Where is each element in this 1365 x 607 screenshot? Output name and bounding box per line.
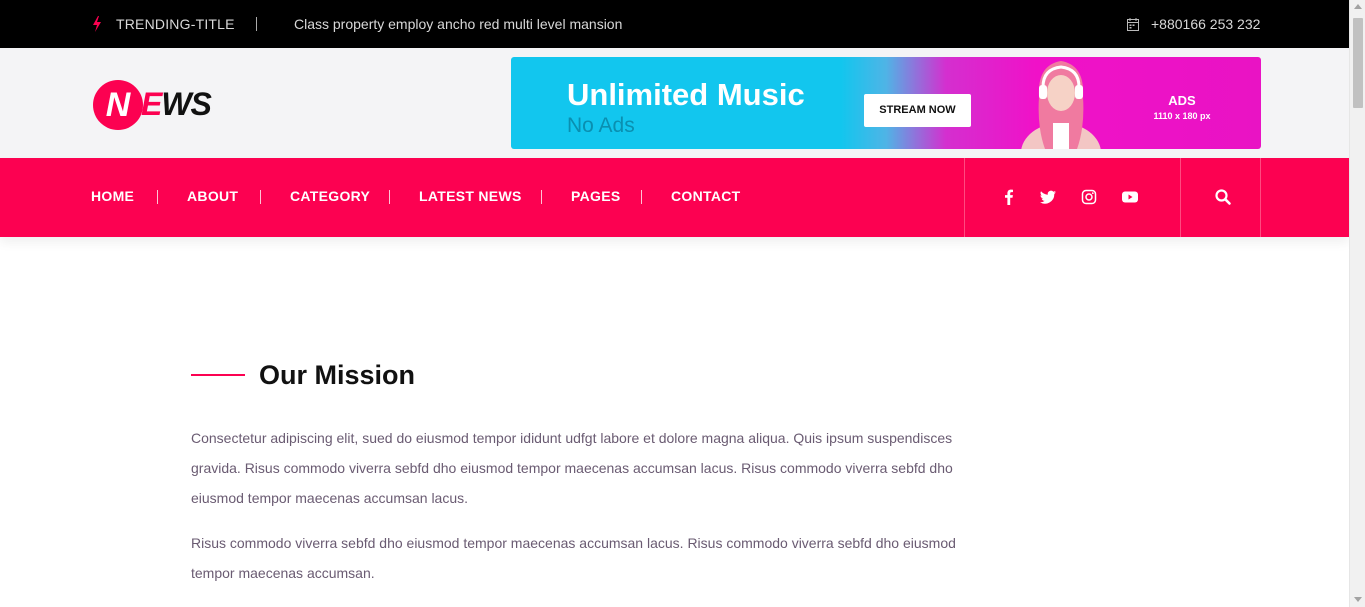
nav-item-category[interactable]: CATEGORY (290, 188, 370, 204)
nav-right-border (1260, 158, 1261, 237)
scroll-down-arrow-icon[interactable] (1354, 597, 1362, 602)
logo-e: E (141, 86, 162, 122)
nav-divider (541, 190, 542, 204)
stream-now-button[interactable]: STREAM NOW (864, 94, 971, 127)
nav-item-pages[interactable]: PAGES (571, 188, 620, 204)
trending-headline[interactable]: Class property employ ancho red multi le… (294, 16, 622, 32)
nav-search-divider (1180, 158, 1181, 237)
nav-item-about[interactable]: ABOUT (187, 188, 238, 204)
nav-divider (260, 190, 261, 204)
calendar-icon (1127, 18, 1139, 31)
facebook-icon[interactable] (1000, 188, 1018, 206)
logo-n: N (93, 80, 143, 130)
vertical-scrollbar[interactable] (1349, 0, 1365, 607)
nav-divider (157, 190, 158, 204)
nav-item-contact[interactable]: CONTACT (671, 188, 741, 204)
search-icon[interactable] (1214, 188, 1232, 206)
mission-paragraph: Risus commodo viverra sebfd dho eiusmod … (191, 535, 956, 581)
youtube-icon[interactable] (1121, 188, 1139, 206)
nav-social-divider (964, 158, 965, 237)
mission-paragraph: Consectetur adipiscing elit, sued do eiu… (191, 430, 953, 506)
section-title-accent-line (191, 374, 245, 376)
scrollbar-thumb[interactable] (1353, 18, 1363, 108)
ad-model-image (1021, 61, 1101, 149)
section-title: Our Mission (259, 360, 416, 390)
ad-title: Unlimited Music (567, 77, 805, 112)
top-bar: TRENDING-TITLE Class property employ anc… (0, 0, 1349, 48)
news-logo[interactable]: N EWS (93, 80, 233, 130)
ad-banner[interactable]: Unlimited Music No Ads STREAM NOW ADS 11… (511, 57, 1261, 149)
twitter-icon[interactable] (1039, 188, 1057, 206)
trending-label: TRENDING-TITLE (116, 16, 235, 32)
nav-item-latest-news[interactable]: LATEST NEWS (419, 188, 522, 204)
bolt-icon (93, 16, 101, 32)
logo-ws: WS (161, 86, 212, 122)
instagram-icon[interactable] (1080, 188, 1098, 206)
topbar-divider (256, 17, 257, 31)
nav-divider (389, 190, 390, 204)
ad-label: ADS (1168, 93, 1196, 108)
logo-text: EWS (141, 86, 212, 123)
page: TRENDING-TITLE Class property employ anc… (0, 0, 1365, 607)
main-nav: HOME ABOUT CATEGORY LATEST NEWS PAGES CO… (0, 158, 1349, 237)
scroll-up-arrow-icon[interactable] (1354, 4, 1362, 9)
nav-item-home[interactable]: HOME (91, 188, 134, 204)
nav-divider (641, 190, 642, 204)
ad-size: 1110 x 180 px (1153, 111, 1211, 121)
ad-subtitle: No Ads (567, 114, 635, 137)
phone-number[interactable]: +880166 253 232 (1151, 16, 1260, 32)
